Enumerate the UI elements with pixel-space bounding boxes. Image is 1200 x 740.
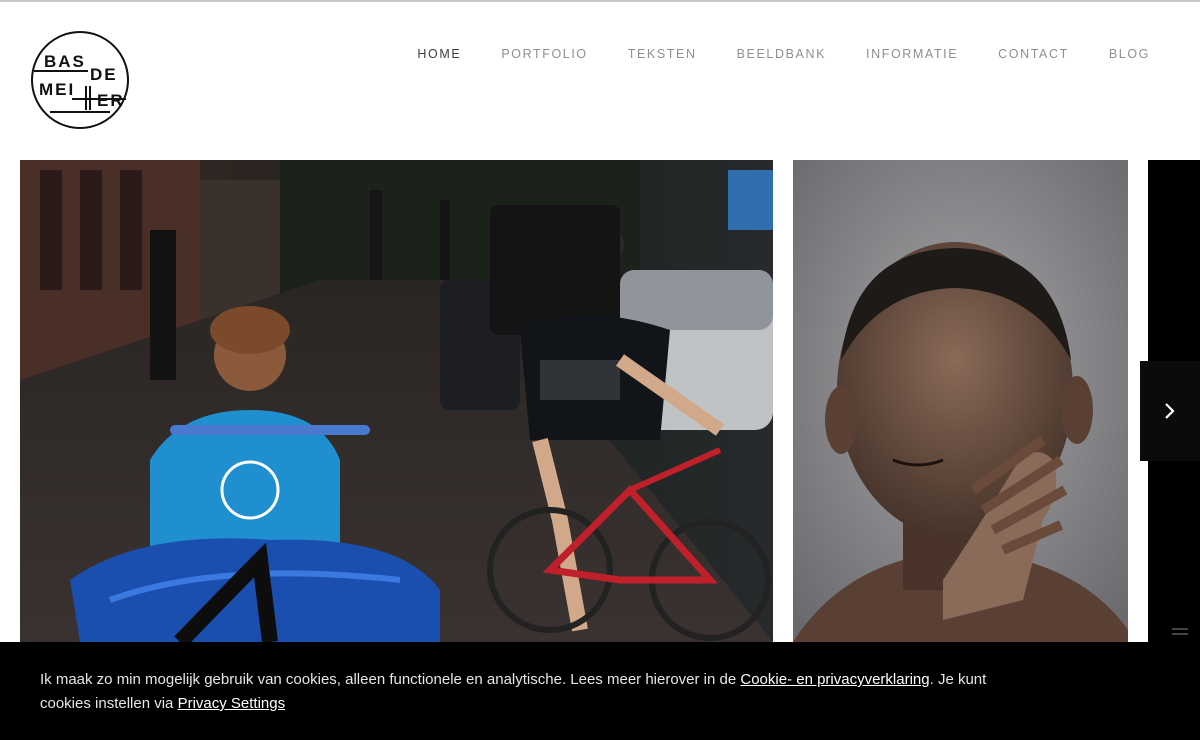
cookie-text-intro: Ik maak zo min mogelijk gebruik van cook… xyxy=(40,671,741,688)
nav-contact[interactable]: CONTACT xyxy=(998,47,1069,61)
nav-blog[interactable]: BLOG xyxy=(1109,47,1150,61)
nav-home[interactable]: HOME xyxy=(417,47,461,61)
menu-icon[interactable] xyxy=(1172,628,1188,640)
privacy-settings-link[interactable]: Privacy Settings xyxy=(178,695,286,712)
chevron-right-icon xyxy=(1165,403,1175,419)
site-logo[interactable]: BAS DE MEI ER xyxy=(30,30,130,130)
main-nav: HOME PORTFOLIO TEKSTEN BEELDBANK INFORMA… xyxy=(417,47,1150,61)
slider-next-button[interactable] xyxy=(1140,361,1200,461)
top-border xyxy=(0,0,1200,2)
logo-mark: BAS DE MEI ER xyxy=(31,31,129,129)
logo-text-2: DE xyxy=(90,65,118,84)
image-slider xyxy=(0,160,1200,642)
nav-portfolio[interactable]: PORTFOLIO xyxy=(501,47,587,61)
logo-text-3: MEI xyxy=(39,80,75,99)
slide-cyclists-photo[interactable] xyxy=(20,160,773,642)
cookie-policy-link[interactable]: Cookie- en privacyverklaring xyxy=(740,671,929,688)
slide-portrait-photo[interactable] xyxy=(793,160,1128,642)
nav-informatie[interactable]: INFORMATIE xyxy=(866,47,958,61)
nav-teksten[interactable]: TEKSTEN xyxy=(628,47,697,61)
cookie-bar: Ik maak zo min mogelijk gebruik van cook… xyxy=(0,642,1200,740)
logo-text-4: ER xyxy=(97,91,125,110)
cyclists-photo xyxy=(20,160,773,642)
cookie-message: Ik maak zo min mogelijk gebruik van cook… xyxy=(40,668,1040,716)
logo-text-1: BAS xyxy=(44,52,86,71)
portrait-photo xyxy=(793,160,1128,642)
nav-beeldbank[interactable]: BEELDBANK xyxy=(737,47,826,61)
